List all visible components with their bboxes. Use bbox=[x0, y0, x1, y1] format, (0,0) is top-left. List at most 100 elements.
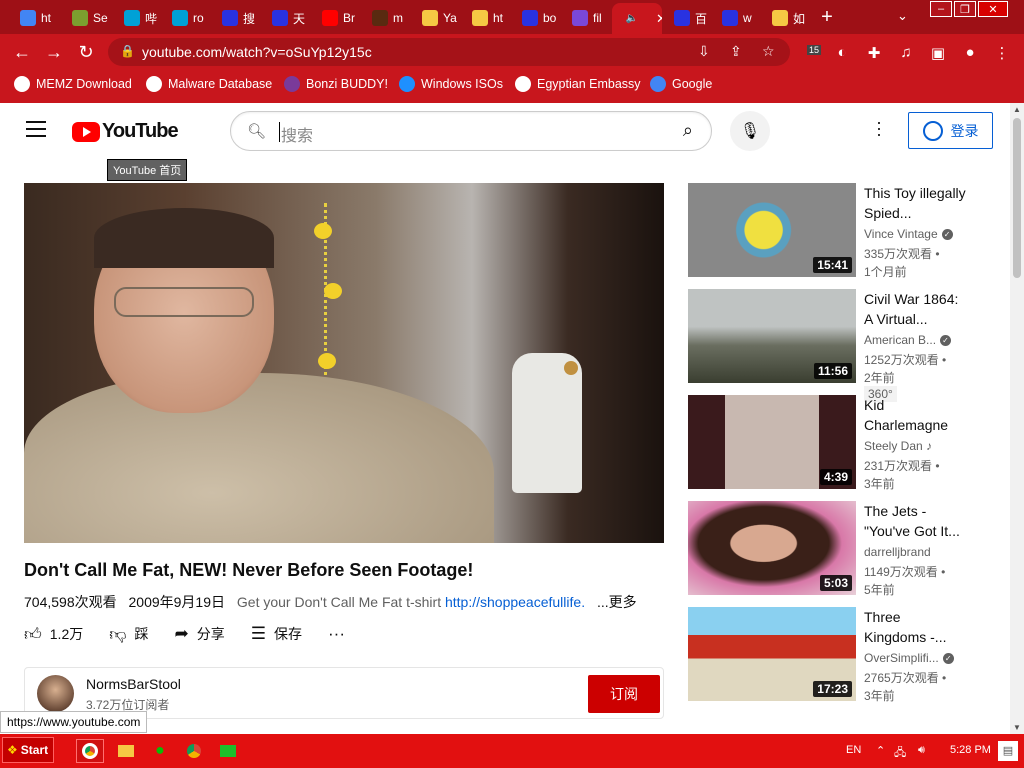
side-panel-icon[interactable]: ▣ bbox=[928, 44, 948, 62]
video-description-snippet[interactable]: 704,598次观看 2009年9月19日 Get your Don't Cal… bbox=[24, 592, 637, 612]
new-tab-button[interactable]: + bbox=[817, 6, 837, 29]
tab-3[interactable]: ro bbox=[160, 5, 208, 31]
taskbar-wechat-button[interactable]: ● bbox=[146, 739, 174, 763]
thumbs-up-icon: 👍︎ bbox=[24, 624, 42, 644]
tab-0[interactable]: ht bbox=[8, 5, 56, 31]
tab-2[interactable]: 哔 bbox=[112, 5, 160, 31]
extensions-puzzle-icon[interactable]: ✚ bbox=[864, 44, 884, 62]
share-button[interactable]: ➦ 分享 bbox=[175, 624, 225, 644]
close-window-button[interactable]: ✕ bbox=[978, 1, 1008, 17]
channel-label: OverSimplifi... bbox=[864, 651, 939, 665]
save-button[interactable]: ☰ 保存 bbox=[251, 624, 302, 644]
recommendation-thumbnail[interactable]: 17:23 bbox=[688, 607, 856, 701]
scrollbar-thumb[interactable] bbox=[1013, 118, 1021, 278]
recommendation-thumbnail[interactable]: 4:39 bbox=[688, 395, 856, 489]
tab-1[interactable]: Se bbox=[60, 5, 108, 31]
recommendation-item[interactable]: 5:03 The Jets - "You've Got It... darrellj… bbox=[688, 501, 998, 597]
recommendation-channel[interactable]: Steely Dan ♪ bbox=[864, 439, 932, 453]
tab-5[interactable]: 天 bbox=[260, 5, 308, 31]
taskbar-chrome2-button[interactable] bbox=[180, 739, 208, 763]
address-bar[interactable]: 🔒 youtube.com/watch?v=oSuYp12y15c ⇩ ⇪ ☆ bbox=[108, 38, 790, 66]
recommendation-channel[interactable]: darrelljbrand bbox=[864, 545, 931, 559]
menu-kebab-icon[interactable]: ⋮ bbox=[992, 44, 1012, 62]
recommendation-channel[interactable]: Vince Vintage ✓ bbox=[864, 227, 953, 241]
search-input[interactable]: 搜索 bbox=[281, 122, 313, 146]
recommendation-thumbnail[interactable]: 11:56 bbox=[688, 289, 856, 383]
dislike-button[interactable]: 👎︎ 踩 bbox=[109, 624, 148, 645]
share-icon[interactable]: ⇪ bbox=[730, 43, 742, 60]
profile-circle-icon[interactable]: ◐ bbox=[832, 44, 852, 61]
sign-in-button[interactable]: 登录 bbox=[908, 112, 993, 149]
network-icon[interactable]: 🖧︎ bbox=[894, 744, 906, 763]
bookmark-item[interactable]: MEMZ Download bbox=[14, 76, 132, 92]
video-actions: 👍︎ 1.2万 👎︎ 踩 ➦ 分享 ☰ 保存 ··· bbox=[24, 624, 371, 644]
channel-name[interactable]: NormsBarStool bbox=[86, 676, 181, 692]
install-app-icon[interactable]: ⇩ bbox=[698, 43, 710, 60]
recommendation-channel[interactable]: American B... ✓ bbox=[864, 333, 952, 347]
tab-10[interactable]: bo bbox=[510, 5, 558, 31]
tab-7[interactable]: m bbox=[360, 5, 408, 31]
reload-button[interactable]: ↻ bbox=[74, 40, 98, 64]
bookmark-item[interactable]: Windows ISOs bbox=[399, 76, 503, 92]
settings-kebab-icon[interactable]: · · · bbox=[872, 113, 886, 143]
scroll-down-arrow-icon[interactable]: ▼ bbox=[1013, 723, 1021, 732]
recommendation-thumbnail[interactable]: 15:41 bbox=[688, 183, 856, 277]
recommendation-item[interactable]: 17:23 Three Kingdoms -... OverSimplifi... ✓… bbox=[688, 607, 998, 703]
scroll-up-arrow-icon[interactable]: ▲ bbox=[1013, 105, 1021, 114]
search-icon bbox=[72, 10, 88, 26]
forward-button[interactable]: → bbox=[42, 40, 66, 64]
tab-search-chevron-icon[interactable]: ⌄ bbox=[897, 8, 908, 24]
description-link[interactable]: http://shoppeacefullife. bbox=[445, 594, 585, 610]
volume-icon[interactable]: 🔊︎ bbox=[918, 744, 925, 757]
bookmark-label: Bonzi BUDDY! bbox=[306, 77, 388, 91]
start-button[interactable]: ❖ Start bbox=[2, 737, 54, 763]
channel-avatar[interactable] bbox=[37, 675, 74, 712]
tab-12[interactable]: 🔈 ✕ bbox=[612, 3, 662, 34]
tab-6[interactable]: Br bbox=[310, 5, 358, 31]
recommendation-thumbnail[interactable]: 5:03 bbox=[688, 501, 856, 595]
tab-11[interactable]: fil bbox=[560, 5, 608, 31]
tab-9[interactable]: ht bbox=[460, 5, 508, 31]
tab-13[interactable]: 百 bbox=[662, 5, 710, 31]
bookmark-item[interactable]: Google bbox=[650, 76, 712, 92]
more-actions-button[interactable]: ··· bbox=[328, 624, 345, 644]
search-submit-icon[interactable]: ⌕ bbox=[683, 120, 693, 141]
taskbar-chrome-button[interactable] bbox=[76, 739, 104, 763]
recommendation-channel[interactable]: OverSimplifi... ✓ bbox=[864, 651, 954, 665]
page-scrollbar[interactable]: ▲ ▼ bbox=[1010, 103, 1024, 734]
subscribe-button[interactable]: 订阅 bbox=[588, 675, 660, 713]
tab-4[interactable]: 搜 bbox=[210, 5, 258, 31]
recommendation-item[interactable]: 15:41 This Toy illegally Spied... Vince Vi… bbox=[688, 183, 998, 279]
back-button[interactable]: ← bbox=[10, 40, 34, 64]
tab-14[interactable]: w bbox=[710, 5, 758, 31]
video-player[interactable] bbox=[24, 183, 664, 543]
recommendation-item[interactable]: 4:39 Kid Charlemagne Steely Dan ♪ 231万次观看 •… bbox=[688, 395, 998, 491]
voice-search-button[interactable]: 🎙︎ bbox=[730, 111, 770, 151]
tray-expand-icon[interactable]: ⌃ bbox=[876, 744, 885, 757]
extension-badge-icon[interactable]: 15 bbox=[804, 44, 824, 56]
bookmark-star-icon[interactable]: ☆ bbox=[762, 43, 775, 60]
bookmark-item[interactable]: Egyptian Embassy bbox=[515, 76, 641, 92]
clock[interactable]: 5:28 PM bbox=[950, 744, 991, 756]
bookmark-item[interactable]: Malware Database bbox=[146, 76, 272, 92]
share-label: 分享 bbox=[196, 626, 225, 642]
show-more-link[interactable]: ...更多 bbox=[597, 594, 637, 610]
media-control-icon[interactable]: ♫ bbox=[896, 44, 916, 61]
youtube-logo[interactable]: YouTube bbox=[72, 120, 179, 143]
guide-menu-icon[interactable] bbox=[26, 121, 46, 137]
like-button[interactable]: 👍︎ 1.2万 bbox=[24, 624, 83, 645]
taskbar-folder-button[interactable] bbox=[112, 739, 140, 763]
browser-toolbar: ← → ↻ 🔒 youtube.com/watch?v=oSuYp12y15c … bbox=[0, 34, 1024, 70]
bookmark-item[interactable]: Bonzi BUDDY! bbox=[284, 76, 388, 92]
taskbar-app-button[interactable] bbox=[214, 739, 242, 763]
account-icon[interactable]: ● bbox=[960, 44, 980, 61]
recommendation-item[interactable]: 11:56 Civil War 1864: A Virtual... America… bbox=[688, 289, 998, 402]
channel-label: Vince Vintage bbox=[864, 227, 938, 241]
notification-icon[interactable]: ▤ bbox=[998, 741, 1018, 761]
tab-8[interactable]: Ya bbox=[410, 5, 458, 31]
minimize-button[interactable]: – bbox=[930, 1, 952, 17]
restore-button[interactable]: ❐ bbox=[954, 1, 976, 17]
language-indicator[interactable]: EN bbox=[846, 744, 861, 756]
search-box[interactable]: 🔍︎ 搜索 ⌕ bbox=[230, 111, 712, 151]
tab-15[interactable]: 如 bbox=[760, 5, 808, 31]
